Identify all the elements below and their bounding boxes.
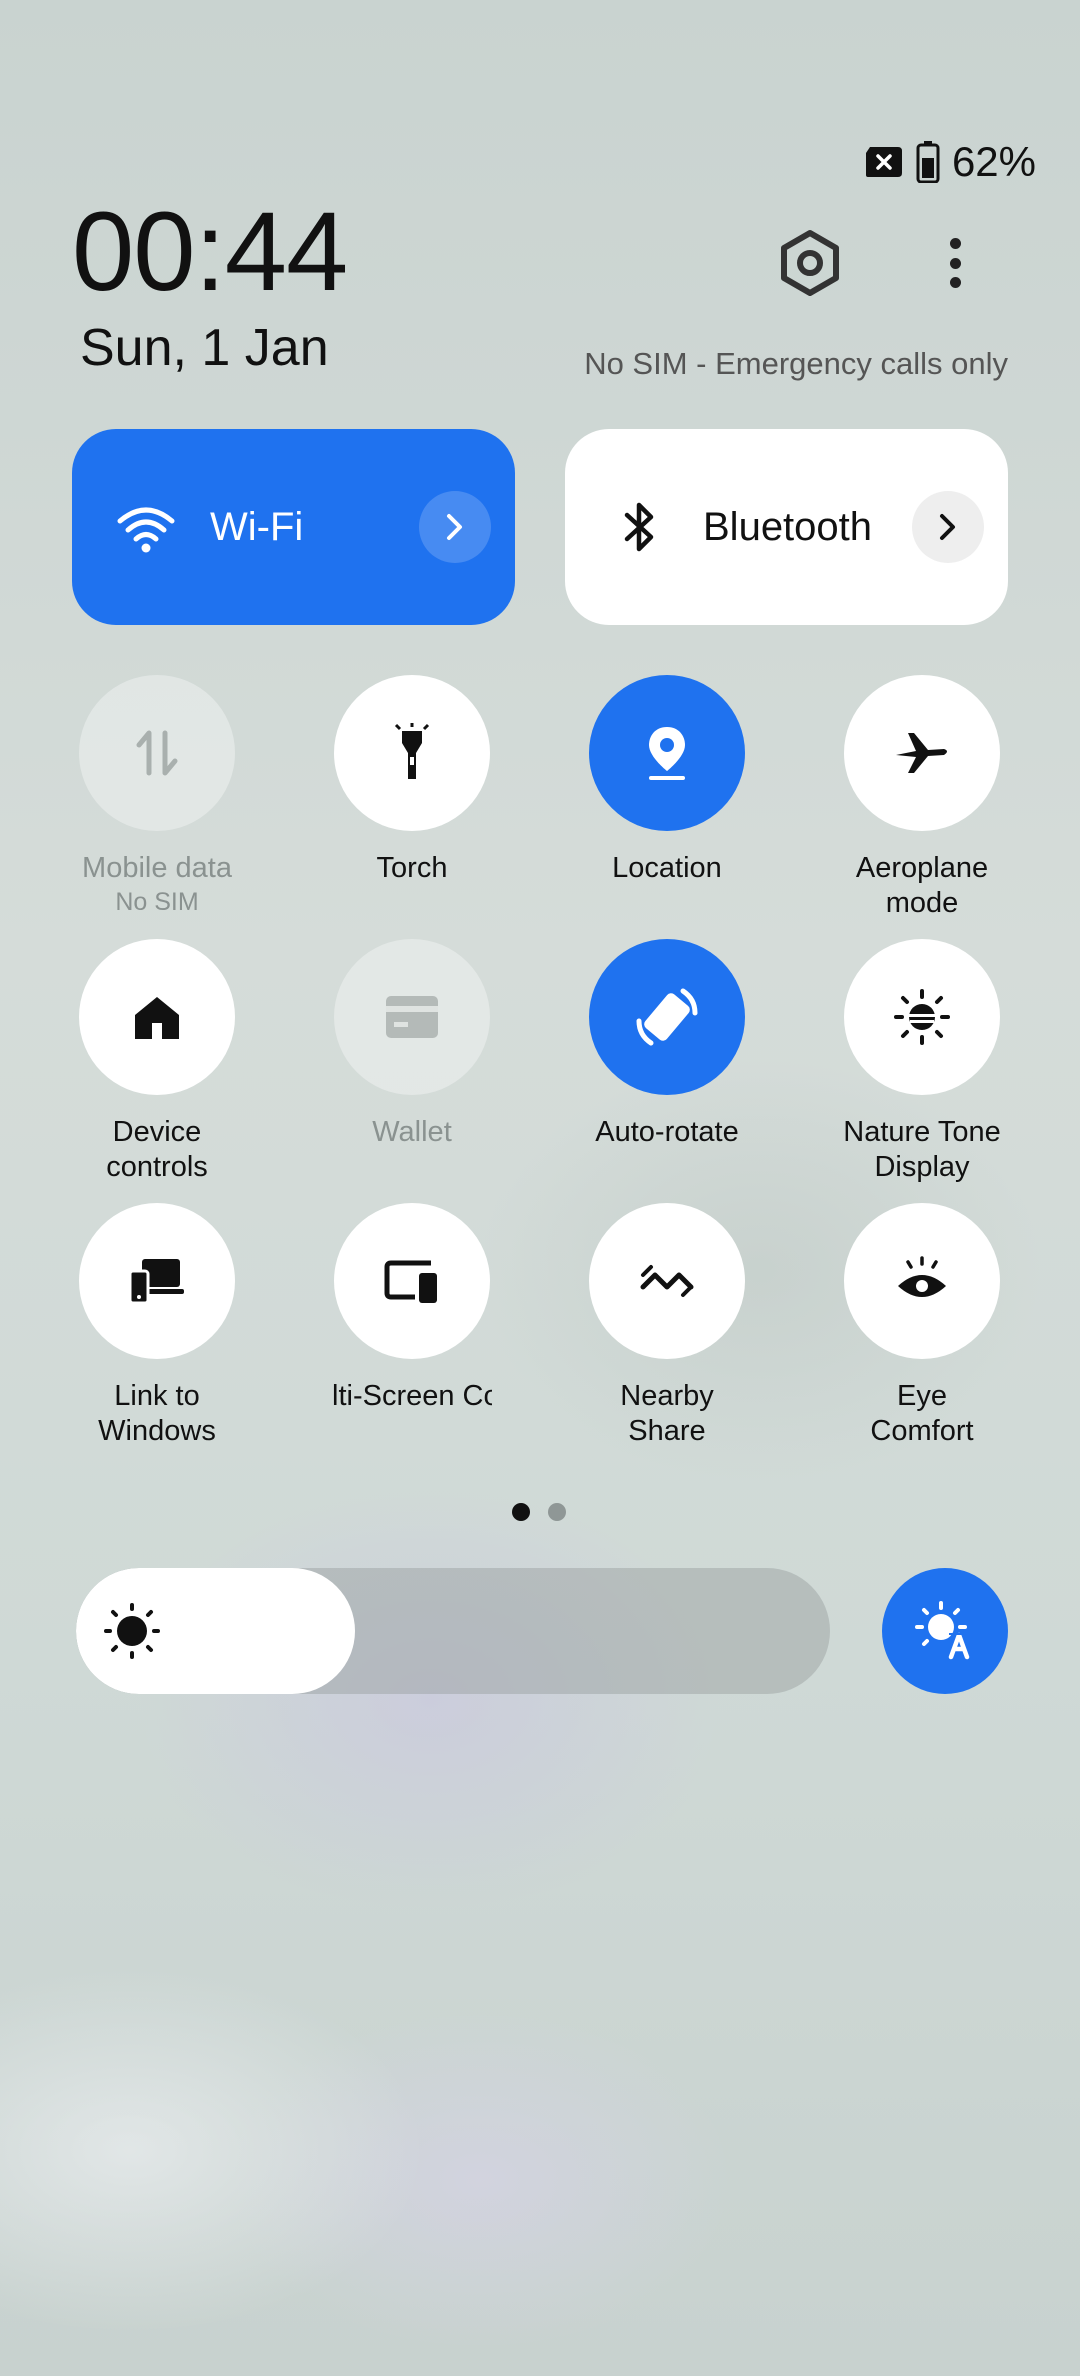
tile-nature-tone-display[interactable]: Nature Tone Display	[802, 939, 1042, 1185]
tile-aeroplane-mode[interactable]: Aeroplane mode	[802, 675, 1042, 921]
date[interactable]: Sun, 1 Jan	[80, 318, 329, 378]
tile-label: Location	[612, 852, 722, 884]
bluetooth-expand-button[interactable]	[912, 491, 984, 563]
tile-label: Torch	[376, 852, 448, 884]
torch-button[interactable]	[334, 675, 490, 831]
settings-gear-icon[interactable]	[775, 228, 845, 298]
tile-label: lti-Screen Co	[332, 1380, 492, 1412]
link-to-windows-button[interactable]	[79, 1203, 235, 1359]
chevron-right-icon	[940, 514, 955, 540]
auto-rotate-button[interactable]	[589, 939, 745, 1095]
tile-eye-comfort[interactable]: Eye Comfort	[802, 1203, 1042, 1449]
multi-screen-icon	[384, 1260, 437, 1303]
eye-comfort-button[interactable]	[844, 1203, 1000, 1359]
airplane-icon	[894, 733, 947, 773]
link-to-windows-icon	[128, 1259, 184, 1305]
nearby-share-icon	[640, 1265, 694, 1297]
chevron-right-icon	[447, 514, 462, 540]
tile-label: Device controls	[106, 1116, 208, 1183]
tile-sublabel: No SIM	[115, 888, 199, 916]
brightness-slider[interactable]	[76, 1568, 830, 1694]
sim-card-x-icon	[865, 147, 902, 177]
mobile-data-icon	[136, 730, 178, 776]
sim-status-text: No SIM - Emergency calls only	[584, 346, 1008, 381]
bluetooth-tile[interactable]: Bluetooth	[565, 429, 1008, 625]
wallet-card-icon	[386, 996, 438, 1038]
location-pin-icon	[649, 727, 685, 780]
multi-screen-button[interactable]	[334, 1203, 490, 1359]
page-indicator	[512, 1503, 566, 1521]
tile-device-controls[interactable]: Device controls	[37, 939, 277, 1185]
tile-location[interactable]: Location	[547, 675, 787, 886]
status-bar: 62%	[864, 138, 1036, 186]
tile-label: Nature Tone Display	[843, 1116, 1001, 1183]
home-icon	[135, 997, 179, 1039]
wifi-expand-button[interactable]	[419, 491, 491, 563]
nature-tone-icon	[894, 989, 950, 1045]
torch-icon	[394, 723, 430, 779]
auto-rotate-icon	[636, 988, 698, 1046]
auto-brightness-button[interactable]	[882, 1568, 1008, 1694]
auto-brightness-icon	[915, 1601, 970, 1660]
page-dot-2[interactable]	[548, 1503, 566, 1521]
tile-label: Nearby Share	[620, 1380, 714, 1447]
battery-percent: 62%	[951, 138, 1036, 185]
device-controls-button[interactable]	[79, 939, 235, 1095]
tile-label: Mobile data	[82, 852, 232, 884]
wallet-button[interactable]	[334, 939, 490, 1095]
page-dot-1[interactable]	[512, 1503, 530, 1521]
wifi-label: Wi-Fi	[210, 504, 304, 549]
tile-nearby-share[interactable]: Nearby Share	[547, 1203, 787, 1449]
aeroplane-mode-button[interactable]	[844, 675, 1000, 831]
more-options-icon[interactable]	[930, 228, 980, 298]
tile-torch[interactable]: Torch	[292, 675, 532, 886]
tile-label: Auto-rotate	[595, 1116, 739, 1148]
bluetooth-label: Bluetooth	[703, 504, 873, 549]
wifi-icon	[117, 507, 175, 553]
tile-multi-screen-connect[interactable]: lti-Screen Co	[292, 1203, 532, 1414]
eye-comfort-icon	[898, 1256, 946, 1297]
brightness-sun-icon	[104, 1603, 160, 1659]
tile-label: Aeroplane mode	[855, 852, 989, 919]
tile-link-to-windows[interactable]: Link to Windows	[37, 1203, 277, 1449]
tile-auto-rotate[interactable]: Auto-rotate	[547, 939, 787, 1150]
mobile-data-button[interactable]	[79, 675, 235, 831]
nearby-share-button[interactable]	[589, 1203, 745, 1359]
battery-icon	[916, 141, 940, 183]
tile-label: Link to Windows	[98, 1380, 216, 1447]
tile-label: Eye Comfort	[870, 1380, 974, 1447]
bluetooth-icon	[624, 502, 654, 552]
tile-mobile-data[interactable]: Mobile data No SIM	[37, 675, 277, 919]
tile-label: Wallet	[372, 1116, 452, 1148]
tile-wallet[interactable]: Wallet	[292, 939, 532, 1150]
wifi-tile[interactable]: Wi-Fi	[72, 429, 515, 625]
nature-tone-button[interactable]	[844, 939, 1000, 1095]
clock[interactable]: 00:44	[72, 196, 348, 308]
location-button[interactable]	[589, 675, 745, 831]
